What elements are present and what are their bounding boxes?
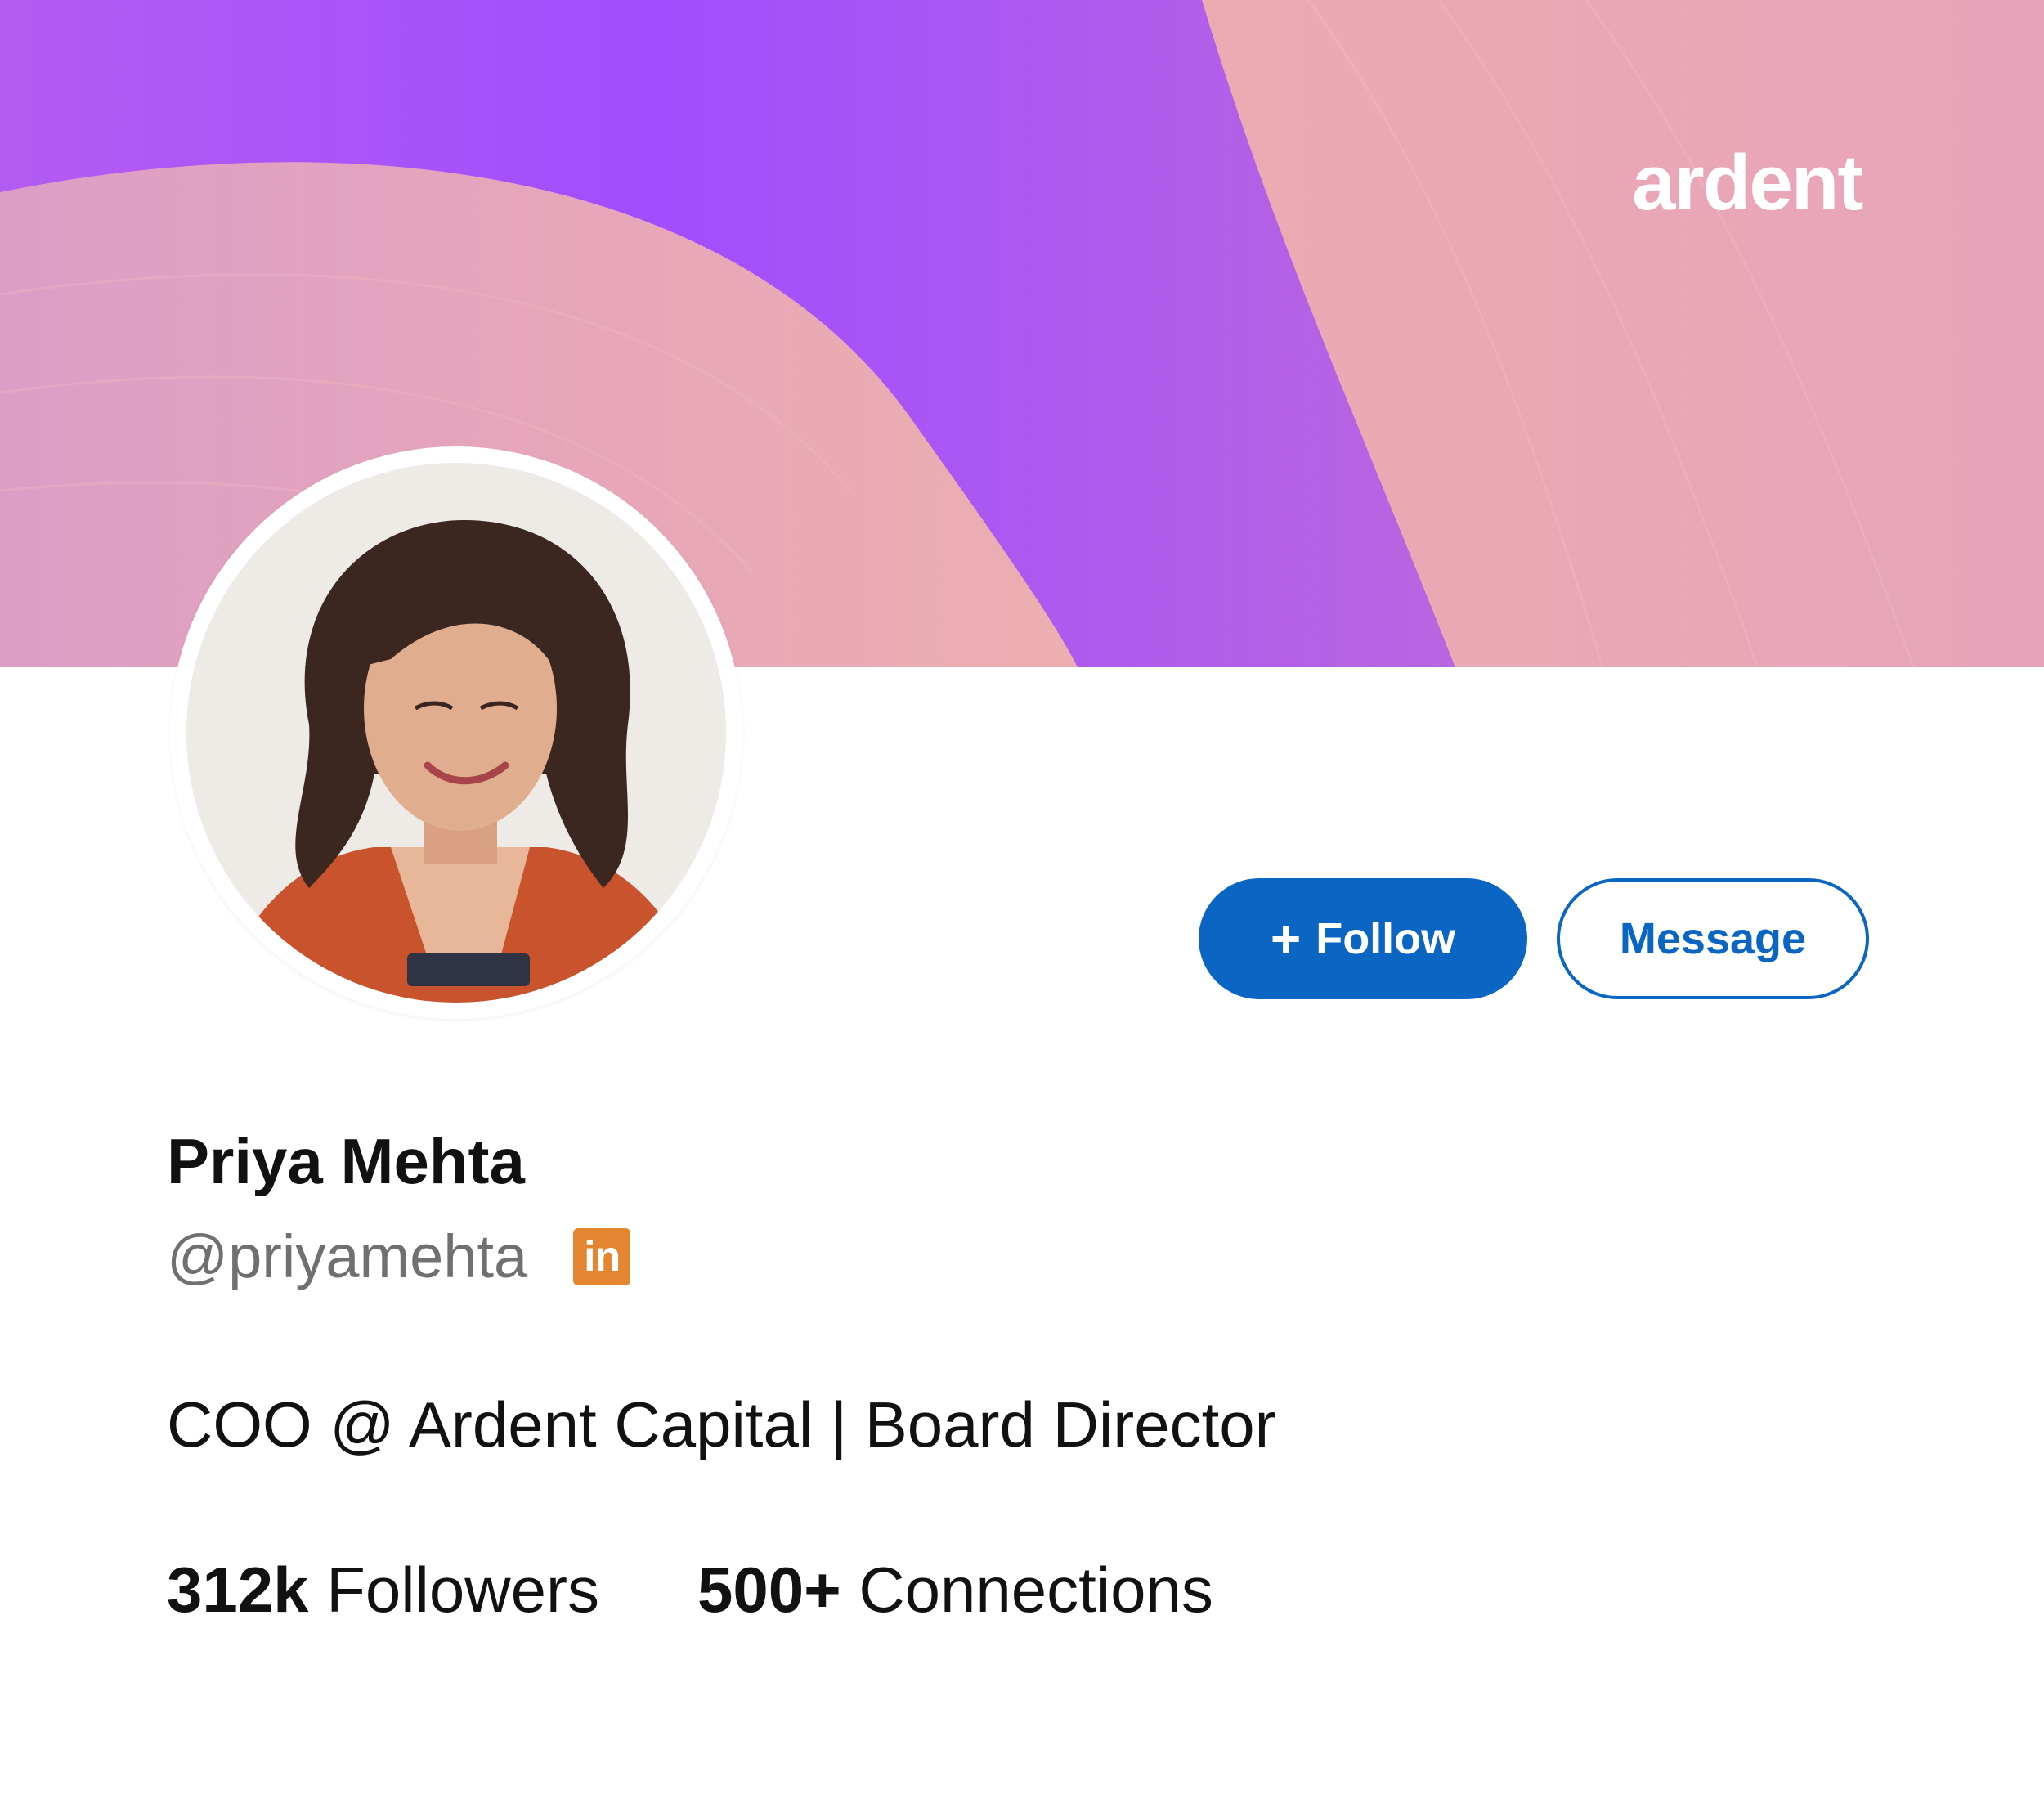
follow-button[interactable]: + Follow bbox=[1199, 878, 1527, 999]
plus-icon: + bbox=[1270, 909, 1302, 968]
profile-photo bbox=[186, 463, 726, 1003]
avatar[interactable] bbox=[170, 446, 742, 1019]
profile-stats: 312k Followers 500+ Connections bbox=[167, 1555, 1311, 1626]
profile-headline: COO @ Ardent Capital | Board Director bbox=[167, 1389, 1276, 1460]
followers-count: 312k bbox=[167, 1554, 309, 1626]
person-illustration bbox=[186, 463, 726, 1003]
connections-count: 500+ bbox=[697, 1554, 841, 1626]
follow-label: Follow bbox=[1316, 914, 1456, 963]
message-label: Message bbox=[1619, 914, 1807, 963]
linkedin-icon[interactable]: in bbox=[573, 1228, 631, 1285]
connections-label: Connections bbox=[858, 1554, 1213, 1626]
profile-handle: @priyamehta bbox=[167, 1223, 528, 1290]
brand-logo: ardent bbox=[1632, 139, 1863, 227]
connections-stat[interactable]: 500+ Connections bbox=[697, 1555, 1213, 1626]
handle-row: @priyamehta in bbox=[167, 1223, 631, 1290]
profile-name: Priya Mehta bbox=[167, 1125, 525, 1197]
followers-label: Followers bbox=[326, 1554, 599, 1626]
followers-stat[interactable]: 312k Followers bbox=[167, 1555, 599, 1626]
message-button[interactable]: Message bbox=[1557, 878, 1869, 999]
